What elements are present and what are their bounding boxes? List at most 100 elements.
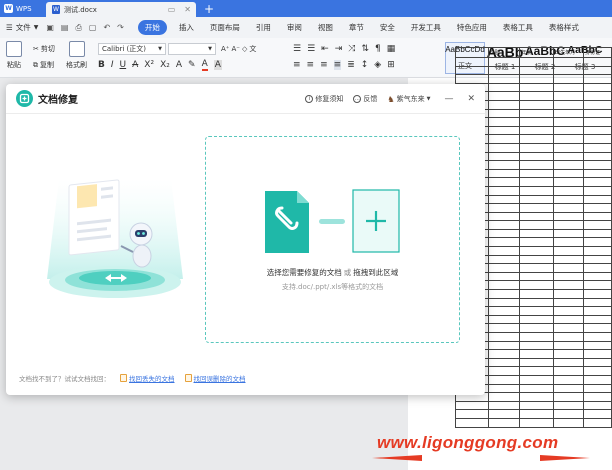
underline-icon[interactable]: U — [120, 60, 127, 70]
table-cell[interactable] — [455, 417, 489, 428]
table-cell[interactable] — [583, 203, 612, 213]
table-cell[interactable] — [487, 297, 521, 308]
table-cell[interactable] — [553, 340, 585, 351]
table-cell[interactable] — [519, 349, 555, 359]
bullets-icon[interactable]: ☰ — [293, 44, 301, 54]
table-cell[interactable] — [583, 108, 612, 119]
table-cell[interactable] — [553, 280, 585, 291]
table-cell[interactable] — [583, 194, 612, 205]
table-cell[interactable] — [553, 366, 585, 376]
table-cell[interactable] — [583, 168, 612, 179]
table-cell[interactable] — [553, 185, 585, 196]
table-cell[interactable] — [487, 117, 521, 127]
border-icon[interactable]: ▦ — [387, 44, 396, 54]
table-cell[interactable] — [519, 177, 555, 187]
table-cell[interactable] — [487, 160, 521, 170]
table-cell[interactable] — [583, 340, 612, 351]
table-cell[interactable] — [487, 57, 521, 67]
table-cell[interactable] — [487, 254, 521, 265]
table-cell[interactable] — [583, 297, 612, 308]
table-header-cell[interactable]: 出生年月 — [553, 47, 585, 58]
table-cell[interactable] — [583, 117, 612, 127]
table-cell[interactable] — [487, 203, 521, 213]
table-cell[interactable] — [519, 91, 555, 101]
table-cell[interactable] — [553, 228, 585, 239]
table-cell[interactable] — [519, 117, 555, 127]
menu-tab-view[interactable]: 视图 — [318, 22, 333, 33]
table-cell[interactable] — [553, 142, 585, 153]
superscript-icon[interactable]: X² — [144, 60, 154, 70]
table-cell[interactable] — [487, 108, 521, 119]
table-cell[interactable] — [487, 228, 521, 239]
table-cell[interactable] — [583, 314, 612, 325]
table-cell[interactable] — [519, 65, 555, 76]
table-cell[interactable] — [519, 409, 555, 419]
print-icon[interactable]: ⎙ — [75, 23, 81, 33]
table-cell[interactable] — [519, 332, 555, 342]
minimize-icon[interactable]: — — [444, 94, 453, 104]
table-cell[interactable] — [519, 99, 555, 110]
copy-button[interactable]: ⧉ 复制 — [33, 57, 55, 73]
table-cell[interactable] — [519, 160, 555, 170]
repair-notice-link[interactable]: i 修复须知 — [305, 94, 343, 104]
table-cell[interactable] — [487, 289, 521, 299]
select-file-text[interactable]: 选择您需要修复的文档 — [267, 268, 342, 277]
table-cell[interactable] — [553, 289, 585, 299]
menu-tab-developer[interactable]: 开发工具 — [411, 22, 441, 33]
table-cell[interactable] — [553, 357, 585, 368]
table-cell[interactable] — [487, 409, 521, 419]
table-cell[interactable] — [519, 289, 555, 299]
table-cell[interactable] — [583, 228, 612, 239]
table-cell[interactable] — [487, 306, 521, 316]
table-cell[interactable] — [487, 246, 521, 256]
menu-tab-references[interactable]: 引用 — [256, 22, 271, 33]
table-cell[interactable] — [583, 263, 612, 273]
close-tab-icon[interactable]: ✕ — [184, 5, 191, 14]
sort-icon[interactable]: ⇅ — [361, 44, 369, 54]
new-tab-button[interactable]: + — [196, 0, 214, 17]
table-header-cell[interactable]: 身份证 — [583, 47, 612, 58]
table-cell[interactable] — [553, 409, 585, 419]
table-cell[interactable] — [583, 323, 612, 333]
justify-icon[interactable]: ≡ — [333, 60, 342, 70]
table-cell[interactable] — [519, 237, 555, 248]
grow-font-icon[interactable]: A⁺ — [221, 45, 229, 53]
table-cell[interactable] — [487, 194, 521, 205]
table-cell[interactable] — [487, 383, 521, 394]
table-cell[interactable] — [553, 57, 585, 67]
table-cell[interactable] — [487, 91, 521, 101]
table-cell[interactable] — [553, 65, 585, 76]
table-cell[interactable] — [583, 289, 612, 299]
feedback-link[interactable]: … 反馈 — [353, 94, 377, 104]
table-cell[interactable] — [553, 417, 585, 428]
table-cell[interactable] — [519, 142, 555, 153]
table-cell[interactable] — [487, 374, 521, 385]
align-center-icon[interactable]: ≡ — [307, 60, 315, 70]
table-cell[interactable] — [553, 177, 585, 187]
line-spacing-icon[interactable]: ↕ — [361, 60, 369, 70]
table-cell[interactable] — [553, 134, 585, 144]
table-cell[interactable] — [583, 177, 612, 187]
table-cell[interactable] — [519, 314, 555, 325]
table-cell[interactable] — [487, 340, 521, 351]
table-cell[interactable] — [487, 65, 521, 76]
table-cell[interactable] — [519, 297, 555, 308]
table-cell[interactable] — [487, 168, 521, 179]
table-cell[interactable] — [553, 332, 585, 342]
table-cell[interactable] — [583, 237, 612, 248]
table-cell[interactable] — [519, 280, 555, 291]
table-cell[interactable] — [583, 185, 612, 196]
table-cell[interactable] — [519, 82, 555, 93]
chinese-layout-icon[interactable]: ⤨ — [348, 44, 355, 54]
table-cell[interactable] — [519, 57, 555, 67]
table-cell[interactable] — [487, 211, 521, 222]
borders-icon[interactable]: ⊞ — [387, 60, 395, 70]
table-cell[interactable] — [553, 306, 585, 316]
table-cell[interactable] — [553, 297, 585, 308]
table-cell[interactable] — [583, 409, 612, 419]
table-cell[interactable] — [583, 400, 612, 411]
table-cell[interactable] — [519, 340, 555, 351]
table-cell[interactable] — [487, 332, 521, 342]
recover-deleted-link[interactable]: 找回误删除的文档 — [184, 373, 246, 383]
table-cell[interactable] — [487, 99, 521, 110]
